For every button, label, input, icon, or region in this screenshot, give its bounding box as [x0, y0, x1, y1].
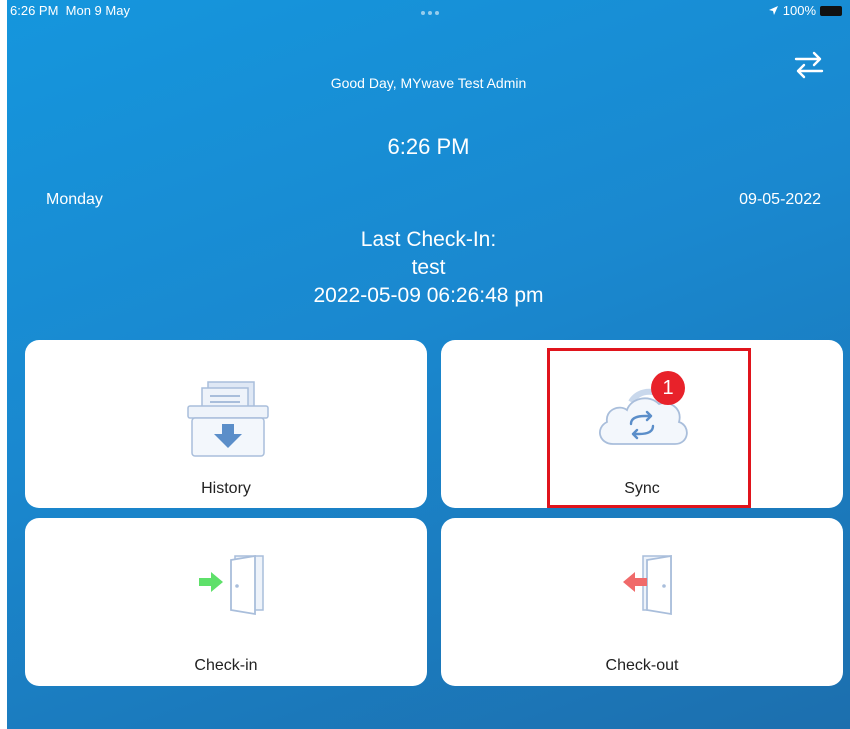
check-in-button[interactable]: Check-in	[25, 518, 427, 686]
check-in-label: Check-in	[194, 657, 258, 674]
sync-button[interactable]: Sync	[441, 340, 843, 508]
check-in-door-icon	[199, 554, 264, 616]
last-checkin-name: test	[411, 256, 446, 279]
date-label: 09-05-2022	[739, 191, 821, 208]
sync-count-badge: 1	[651, 371, 685, 405]
status-date: Mon 9 May	[65, 3, 130, 18]
check-out-door-icon	[623, 554, 672, 616]
check-out-label: Check-out	[605, 657, 679, 674]
greeting-text: Good Day, MYwave Test Admin	[330, 75, 527, 91]
app-screen: 6:26 PM Mon 9 May 100% Good Day, MYwave …	[7, 0, 850, 729]
status-right: 100%	[768, 3, 842, 18]
location-arrow-icon	[768, 6, 778, 15]
history-button[interactable]: History	[25, 340, 427, 508]
history-label: History	[201, 480, 251, 497]
battery-percent: 100%	[782, 3, 816, 18]
last-checkin-timestamp: 2022-05-09 06:26:48 pm	[313, 284, 544, 307]
status-time: 6:26 PM Mon 9 May	[10, 3, 130, 18]
last-checkin-heading: Last Check-In:	[360, 228, 497, 251]
battery-icon	[820, 5, 842, 16]
multitask-dots-icon[interactable]	[421, 11, 439, 15]
current-time: 6:26 PM	[387, 134, 470, 159]
sync-label: Sync	[624, 480, 660, 497]
status-clock: 6:26 PM	[10, 3, 59, 18]
status-bar: 6:26 PM Mon 9 May 100%	[7, 0, 850, 22]
check-out-button[interactable]: Check-out	[441, 518, 843, 686]
weekday-label: Monday	[46, 191, 103, 208]
history-archive-icon	[187, 381, 269, 457]
last-checkin-info: Last Check-In: test 2022-05-09 06:26:48 …	[7, 226, 850, 310]
